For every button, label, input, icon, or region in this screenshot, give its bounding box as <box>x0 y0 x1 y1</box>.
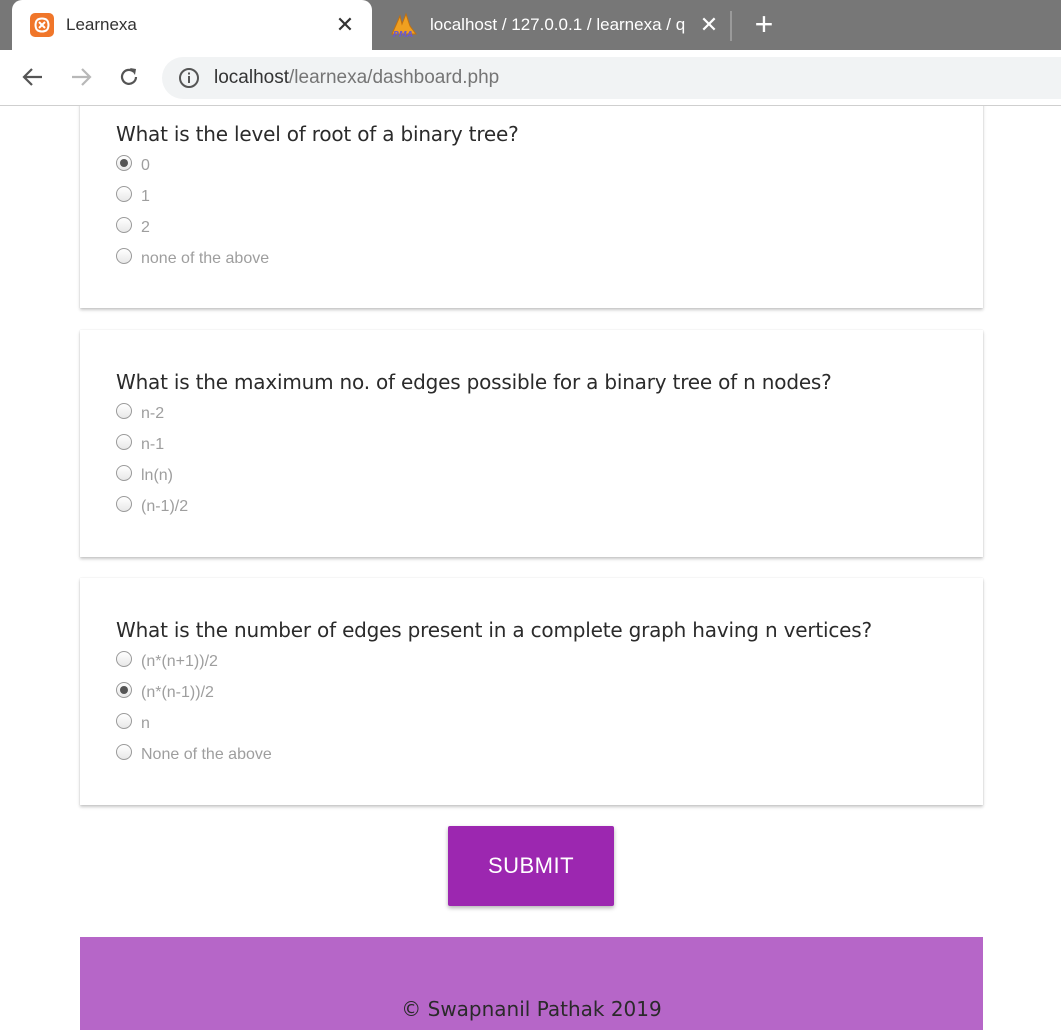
reload-icon[interactable] <box>114 62 144 92</box>
question-card: What is the level of root of a binary tr… <box>80 106 983 308</box>
option-radio[interactable]: ln(n) <box>116 464 173 488</box>
option-label: 0 <box>141 157 150 174</box>
submit-button[interactable]: SUBMIT <box>448 826 614 906</box>
radio-button[interactable] <box>116 403 132 419</box>
option-radio[interactable]: (n*(n-1))/2 <box>116 681 214 705</box>
radio-button[interactable] <box>116 248 132 264</box>
option-label: n <box>141 715 150 732</box>
radio-button[interactable] <box>116 434 132 450</box>
browser-toolbar: localhost/learnexa/dashboard.php <box>0 50 1061 106</box>
radio-button[interactable] <box>116 713 132 729</box>
back-arrow-icon[interactable] <box>18 62 48 92</box>
option-radio[interactable]: n-1 <box>116 433 164 457</box>
option-label: none of the above <box>141 250 270 267</box>
question-text: What is the number of edges present in a… <box>116 618 872 642</box>
option-radio[interactable]: None of the above <box>116 743 272 767</box>
option-radio[interactable]: (n*(n+1))/2 <box>116 650 218 674</box>
radio-button[interactable] <box>116 744 132 760</box>
option-label: None of the above <box>141 746 272 763</box>
radio-button[interactable] <box>116 186 132 202</box>
tab-title: localhost / 127.0.0.1 / learnexa / q <box>430 15 686 34</box>
option-radio[interactable]: none of the above <box>116 247 269 271</box>
option-label: (n-1)/2 <box>141 498 189 515</box>
footer: © Swapnanil Pathak 2019 <box>80 937 983 1030</box>
svg-text:PMA: PMA <box>393 30 413 38</box>
tab-title: Learnexa <box>66 15 137 34</box>
radio-button[interactable] <box>116 465 132 481</box>
phpmyadmin-icon: PMA <box>390 12 418 38</box>
close-icon[interactable]: ✕ <box>332 14 358 36</box>
option-radio[interactable]: 0 <box>116 154 150 178</box>
option-label: (n*(n+1))/2 <box>141 653 218 670</box>
url-host: localhost <box>214 67 289 88</box>
address-bar[interactable]: localhost/learnexa/dashboard.php <box>162 57 1061 99</box>
option-label: ln(n) <box>141 467 174 484</box>
option-label: n-2 <box>141 405 165 422</box>
tab-separator <box>730 11 732 41</box>
option-radio[interactable]: 1 <box>116 185 150 209</box>
radio-button[interactable] <box>116 651 132 667</box>
option-radio[interactable]: (n-1)/2 <box>116 495 188 519</box>
option-radio[interactable]: n <box>116 712 150 736</box>
browser-tabstrip: Learnexa ✕ PMA localhost / 127.0.0.1 / l… <box>0 0 1061 50</box>
question-text: What is the level of root of a binary tr… <box>116 122 519 146</box>
info-icon[interactable] <box>178 67 200 89</box>
option-label: 1 <box>141 188 150 205</box>
tab-phpmyadmin[interactable]: PMA localhost / 127.0.0.1 / learnexa / q… <box>386 0 726 50</box>
tab-learnexa[interactable]: Learnexa ✕ <box>12 0 372 50</box>
option-label: 2 <box>141 219 150 236</box>
page-content: What is the level of root of a binary tr… <box>0 106 1061 1030</box>
forward-arrow-icon[interactable] <box>66 62 96 92</box>
radio-button[interactable] <box>116 155 132 171</box>
copyright-text: © Swapnanil Pathak 2019 <box>401 997 662 1021</box>
question-text: What is the maximum no. of edges possibl… <box>116 370 832 394</box>
new-tab-icon[interactable]: + <box>749 8 779 40</box>
option-label: n-1 <box>141 436 165 453</box>
option-radio[interactable]: 2 <box>116 216 150 240</box>
radio-button[interactable] <box>116 682 132 698</box>
xampp-icon <box>30 13 54 37</box>
close-icon[interactable]: ✕ <box>696 14 722 36</box>
radio-button[interactable] <box>116 217 132 233</box>
option-radio[interactable]: n-2 <box>116 402 164 426</box>
url-text: localhost/learnexa/dashboard.php <box>214 67 499 89</box>
question-card: What is the number of edges present in a… <box>80 578 983 805</box>
radio-button[interactable] <box>116 496 132 512</box>
option-label: (n*(n-1))/2 <box>141 684 214 701</box>
url-path: /learnexa/dashboard.php <box>289 67 500 88</box>
question-card: What is the maximum no. of edges possibl… <box>80 330 983 557</box>
